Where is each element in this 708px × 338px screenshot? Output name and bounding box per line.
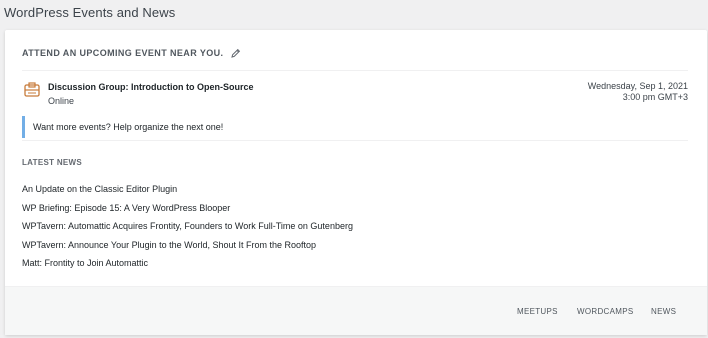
event-title-link[interactable]: Discussion Group: Introduction to Open-S… (48, 82, 254, 92)
divider (22, 70, 688, 71)
event-time: 3:00 pm GMT+3 (622, 92, 688, 102)
news-link[interactable]: NEWS (651, 307, 676, 316)
news-item-link[interactable]: WPTavern: Automattic Acquires Frontity, … (22, 221, 353, 240)
news-heading: LATEST NEWS (22, 158, 83, 167)
news-list: An Update on the Classic Editor Plugin W… (22, 184, 353, 277)
meetups-link[interactable]: MEETUPS (517, 307, 558, 316)
events-news-widget: ATTEND AN UPCOMING EVENT NEAR YOU. Discu… (5, 30, 707, 335)
event-item: Discussion Group: Introduction to Open-S… (22, 78, 688, 106)
events-heading: ATTEND AN UPCOMING EVENT NEAR YOU. (22, 48, 241, 58)
widget-footer: MEETUPS WORDCAMPS NEWS (5, 286, 707, 335)
event-date: Wednesday, Sep 1, 2021 (587, 81, 688, 91)
event-datetime: Wednesday, Sep 1, 2021 3:00 pm GMT+3 (588, 81, 688, 103)
news-item-link[interactable]: An Update on the Classic Editor Plugin (22, 184, 353, 203)
meetup-icon (23, 81, 41, 99)
events-heading-label: ATTEND AN UPCOMING EVENT NEAR YOU. (22, 48, 224, 58)
pencil-icon[interactable] (231, 48, 241, 58)
news-item-link[interactable]: WP Briefing: Episode 15: A Very WordPres… (22, 203, 353, 222)
news-item-link[interactable]: Matt: Frontity to Join Automattic (22, 258, 353, 277)
organize-link[interactable]: Want more events? Help organize the next… (33, 122, 223, 132)
news-item-link[interactable]: WPTavern: Announce Your Plugin to the Wo… (22, 240, 353, 259)
wordcamps-link[interactable]: WORDCAMPS (577, 307, 633, 316)
divider (22, 140, 688, 141)
page-title: WordPress Events and News (4, 5, 176, 20)
event-location: Online (48, 96, 75, 106)
organize-notice: Want more events? Help organize the next… (22, 116, 691, 138)
